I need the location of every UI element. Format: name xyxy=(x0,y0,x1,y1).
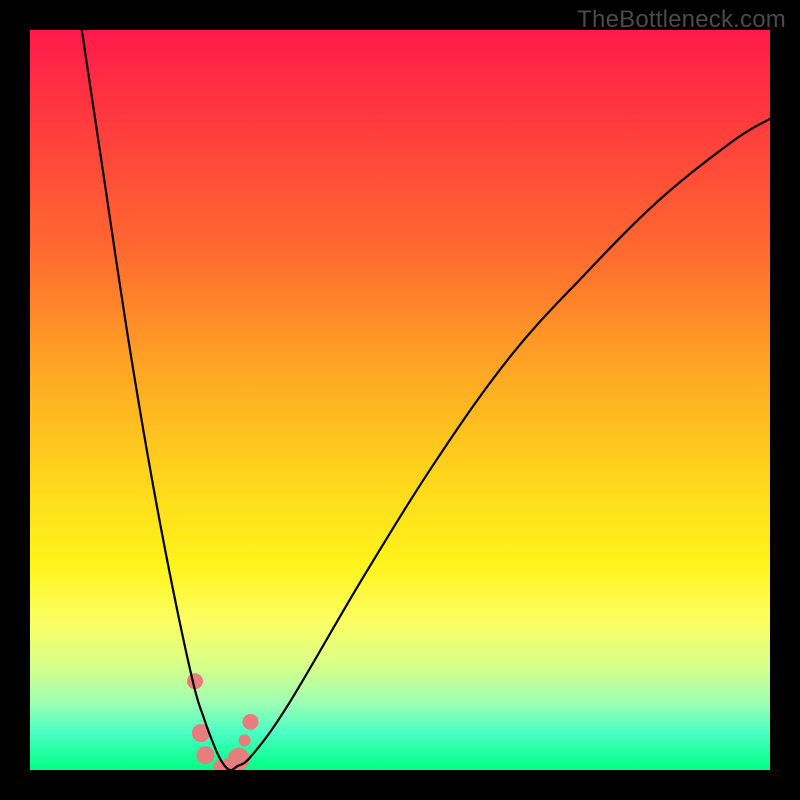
marker-dot xyxy=(243,714,259,730)
watermark-text: TheBottleneck.com xyxy=(577,6,786,34)
bottleneck-curve xyxy=(82,30,770,770)
plot-area xyxy=(30,30,770,770)
bottleneck-plot-svg xyxy=(30,30,770,770)
chart-frame: TheBottleneck.com xyxy=(0,0,800,800)
marker-dot xyxy=(239,734,251,746)
marker-dot xyxy=(196,746,214,764)
marker-layer xyxy=(187,673,259,770)
